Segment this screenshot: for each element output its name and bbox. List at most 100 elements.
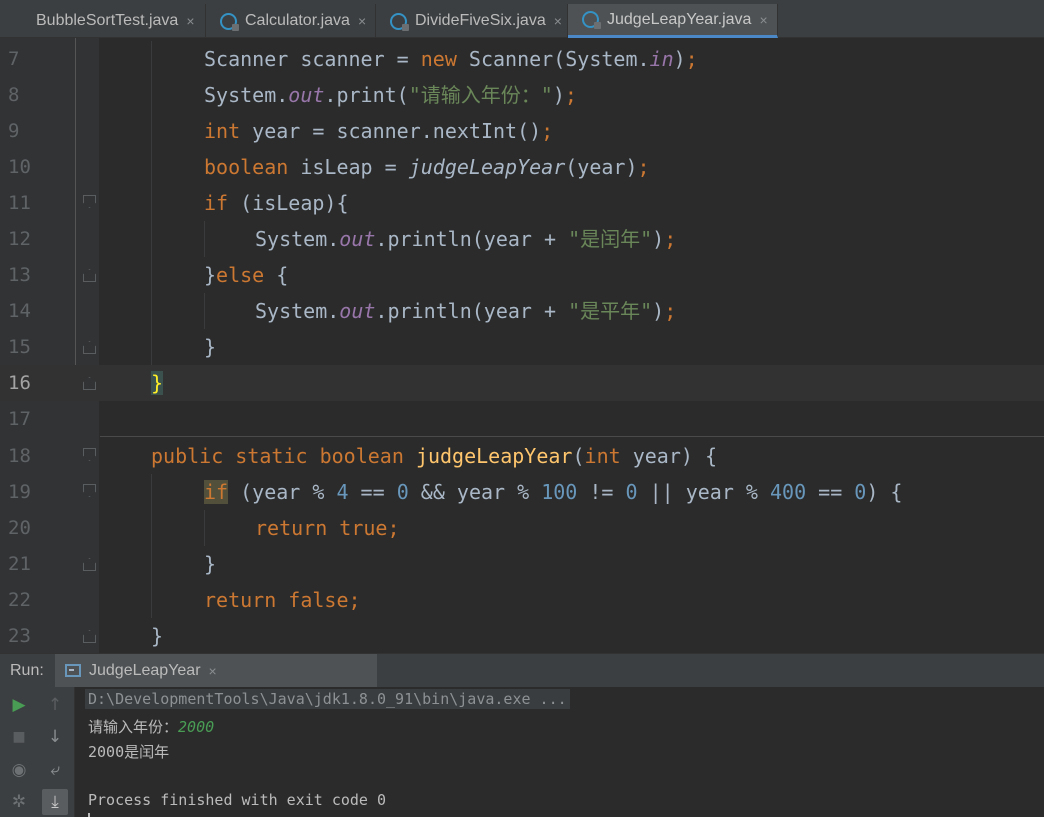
console-prompt: 请输入年份： <box>88 718 179 736</box>
fold-marker-icon[interactable] <box>83 341 96 354</box>
matched-brace: } <box>151 371 164 395</box>
code-editor[interactable]: 7 Scanner scanner = new Scanner(System.i… <box>0 38 1044 653</box>
tab-label: JudgeLeapYear.java <box>607 10 752 28</box>
code-line-current[interactable]: 16 } <box>0 365 1044 401</box>
code-line[interactable]: 13 }else { <box>0 257 1044 293</box>
code-text: }else { <box>204 263 289 287</box>
indent-guide <box>151 113 152 149</box>
tab-judge-leap-year[interactable]: JudgeLeapYear.java × <box>568 4 778 38</box>
fold-marker-icon[interactable] <box>83 195 96 208</box>
run-label: Run: <box>10 662 44 679</box>
tab-calculator[interactable]: Calculator.java × <box>206 4 376 38</box>
code-text: } <box>204 335 217 359</box>
tab-label: BubbleSortTest.java <box>36 12 179 29</box>
line-number: 10 <box>8 156 31 178</box>
fold-marker-icon[interactable] <box>83 269 96 282</box>
code-text: return false; <box>204 588 361 612</box>
code-text: } <box>151 365 164 401</box>
code-line[interactable]: 19 if (year % 4 == 0 && year % 100 != 0 … <box>0 474 1044 510</box>
fold-marker-icon[interactable] <box>83 484 96 497</box>
scroll-to-end-icon[interactable]: ⤓ <box>42 789 68 815</box>
soft-wrap-icon[interactable]: ⤶ <box>42 757 68 783</box>
indent-guide <box>151 149 152 185</box>
code-line[interactable]: 8 System.out.print("请输入年份："); <box>0 77 1044 113</box>
console-command-line[interactable]: D:\DevelopmentTools\Java\jdk1.8.0_91\bin… <box>85 689 570 709</box>
line-number: 9 <box>8 120 20 142</box>
run-tab-judge-leap-year[interactable]: JudgeLeapYear × <box>55 654 377 687</box>
code-line[interactable]: 11 if (isLeap){ <box>0 185 1044 221</box>
close-icon[interactable]: × <box>358 13 366 29</box>
indent-guide <box>151 293 152 329</box>
indent-guide <box>151 77 152 113</box>
up-arrow-icon[interactable]: ↑ <box>42 692 68 718</box>
tab-divide-five-six[interactable]: DivideFiveSix.java × <box>376 4 568 38</box>
indent-guide <box>151 185 152 221</box>
code-line[interactable]: 9 int year = scanner.nextInt(); <box>0 113 1044 149</box>
indent-guide <box>151 510 152 546</box>
code-line[interactable]: 10 boolean isLeap = judgeLeapYear(year); <box>0 149 1044 185</box>
settings-icon[interactable]: ✲ <box>6 789 32 815</box>
run-toolbar: ▶ ↑ ■ ↓ ◉ ⤶ ✲ ⤓ <box>0 687 75 817</box>
fold-marker-icon[interactable] <box>83 630 96 643</box>
code-text: System.out.println(year + "是平年"); <box>255 299 677 323</box>
java-class-icon <box>582 11 601 29</box>
indent-guide <box>204 510 205 546</box>
line-number: 19 <box>8 481 31 503</box>
java-class-icon <box>220 12 239 31</box>
console-exit-line: Process finished with exit code 0 <box>88 791 387 809</box>
tab-bubble-sort-test[interactable]: BubbleSortTest.java × <box>0 4 206 38</box>
indent-guide <box>151 257 152 293</box>
close-icon[interactable]: × <box>759 12 767 28</box>
code-line[interactable]: 17 <box>0 401 1044 437</box>
line-number: 17 <box>8 408 31 430</box>
console-icon <box>65 664 81 677</box>
fold-marker-icon[interactable] <box>83 558 96 571</box>
code-text: System.out.print("请输入年份："); <box>204 83 577 107</box>
code-line[interactable]: 12 System.out.println(year + "是闰年"); <box>0 221 1044 257</box>
java-class-icon <box>390 12 409 31</box>
camera-icon[interactable]: ◉ <box>6 757 32 783</box>
tab-label: Calculator.java <box>245 12 350 29</box>
line-number: 8 <box>8 84 20 106</box>
close-icon[interactable]: × <box>186 13 194 29</box>
code-line[interactable]: 20 return true; <box>0 510 1044 546</box>
code-line[interactable]: 21 } <box>0 546 1044 582</box>
tab-label: DivideFiveSix.java <box>415 12 546 29</box>
line-number: 21 <box>8 553 31 575</box>
fold-marker-icon[interactable] <box>83 448 96 461</box>
code-text: int year = scanner.nextInt(); <box>204 119 554 143</box>
indent-guide <box>151 546 152 582</box>
close-icon[interactable]: × <box>554 13 562 29</box>
down-arrow-icon[interactable]: ↓ <box>42 724 68 750</box>
indent-guide <box>204 293 205 329</box>
console-prompt-line: 请输入年份：2000 <box>88 716 214 737</box>
indent-guide <box>151 221 152 257</box>
line-number: 20 <box>8 517 31 539</box>
code-line[interactable]: 15 } <box>0 329 1044 365</box>
rerun-icon[interactable]: ▶ <box>6 692 32 718</box>
stop-icon[interactable]: ■ <box>6 724 32 750</box>
indent-guide <box>151 582 152 618</box>
indent-guide <box>151 474 152 510</box>
run-tab-label: JudgeLeapYear <box>89 661 201 679</box>
indent-guide <box>151 329 152 365</box>
close-icon[interactable]: × <box>209 663 217 679</box>
fold-marker-icon[interactable] <box>83 377 96 390</box>
code-line[interactable]: 23 } <box>0 618 1044 653</box>
console-output[interactable]: D:\DevelopmentTools\Java\jdk1.8.0_91\bin… <box>75 687 1044 817</box>
editor-tab-bar: BubbleSortTest.java × Calculator.java × … <box>0 0 1044 38</box>
code-text: return true; <box>255 516 400 540</box>
line-number: 12 <box>8 228 31 250</box>
line-number: 15 <box>8 336 31 358</box>
code-line[interactable]: 14 System.out.println(year + "是平年"); <box>0 293 1044 329</box>
code-text: } <box>151 624 164 648</box>
console-user-input: 2000 <box>178 718 215 736</box>
line-number: 18 <box>8 445 31 467</box>
code-line[interactable]: 7 Scanner scanner = new Scanner(System.i… <box>0 41 1044 77</box>
indent-guide <box>151 41 152 77</box>
code-line[interactable]: 22 return false; <box>0 582 1044 618</box>
line-number: 22 <box>8 589 31 611</box>
code-text: boolean isLeap = judgeLeapYear(year); <box>204 155 650 179</box>
code-line[interactable]: 18 public static boolean judgeLeapYear(i… <box>0 438 1044 474</box>
code-text: public static boolean judgeLeapYear(int … <box>151 444 717 468</box>
